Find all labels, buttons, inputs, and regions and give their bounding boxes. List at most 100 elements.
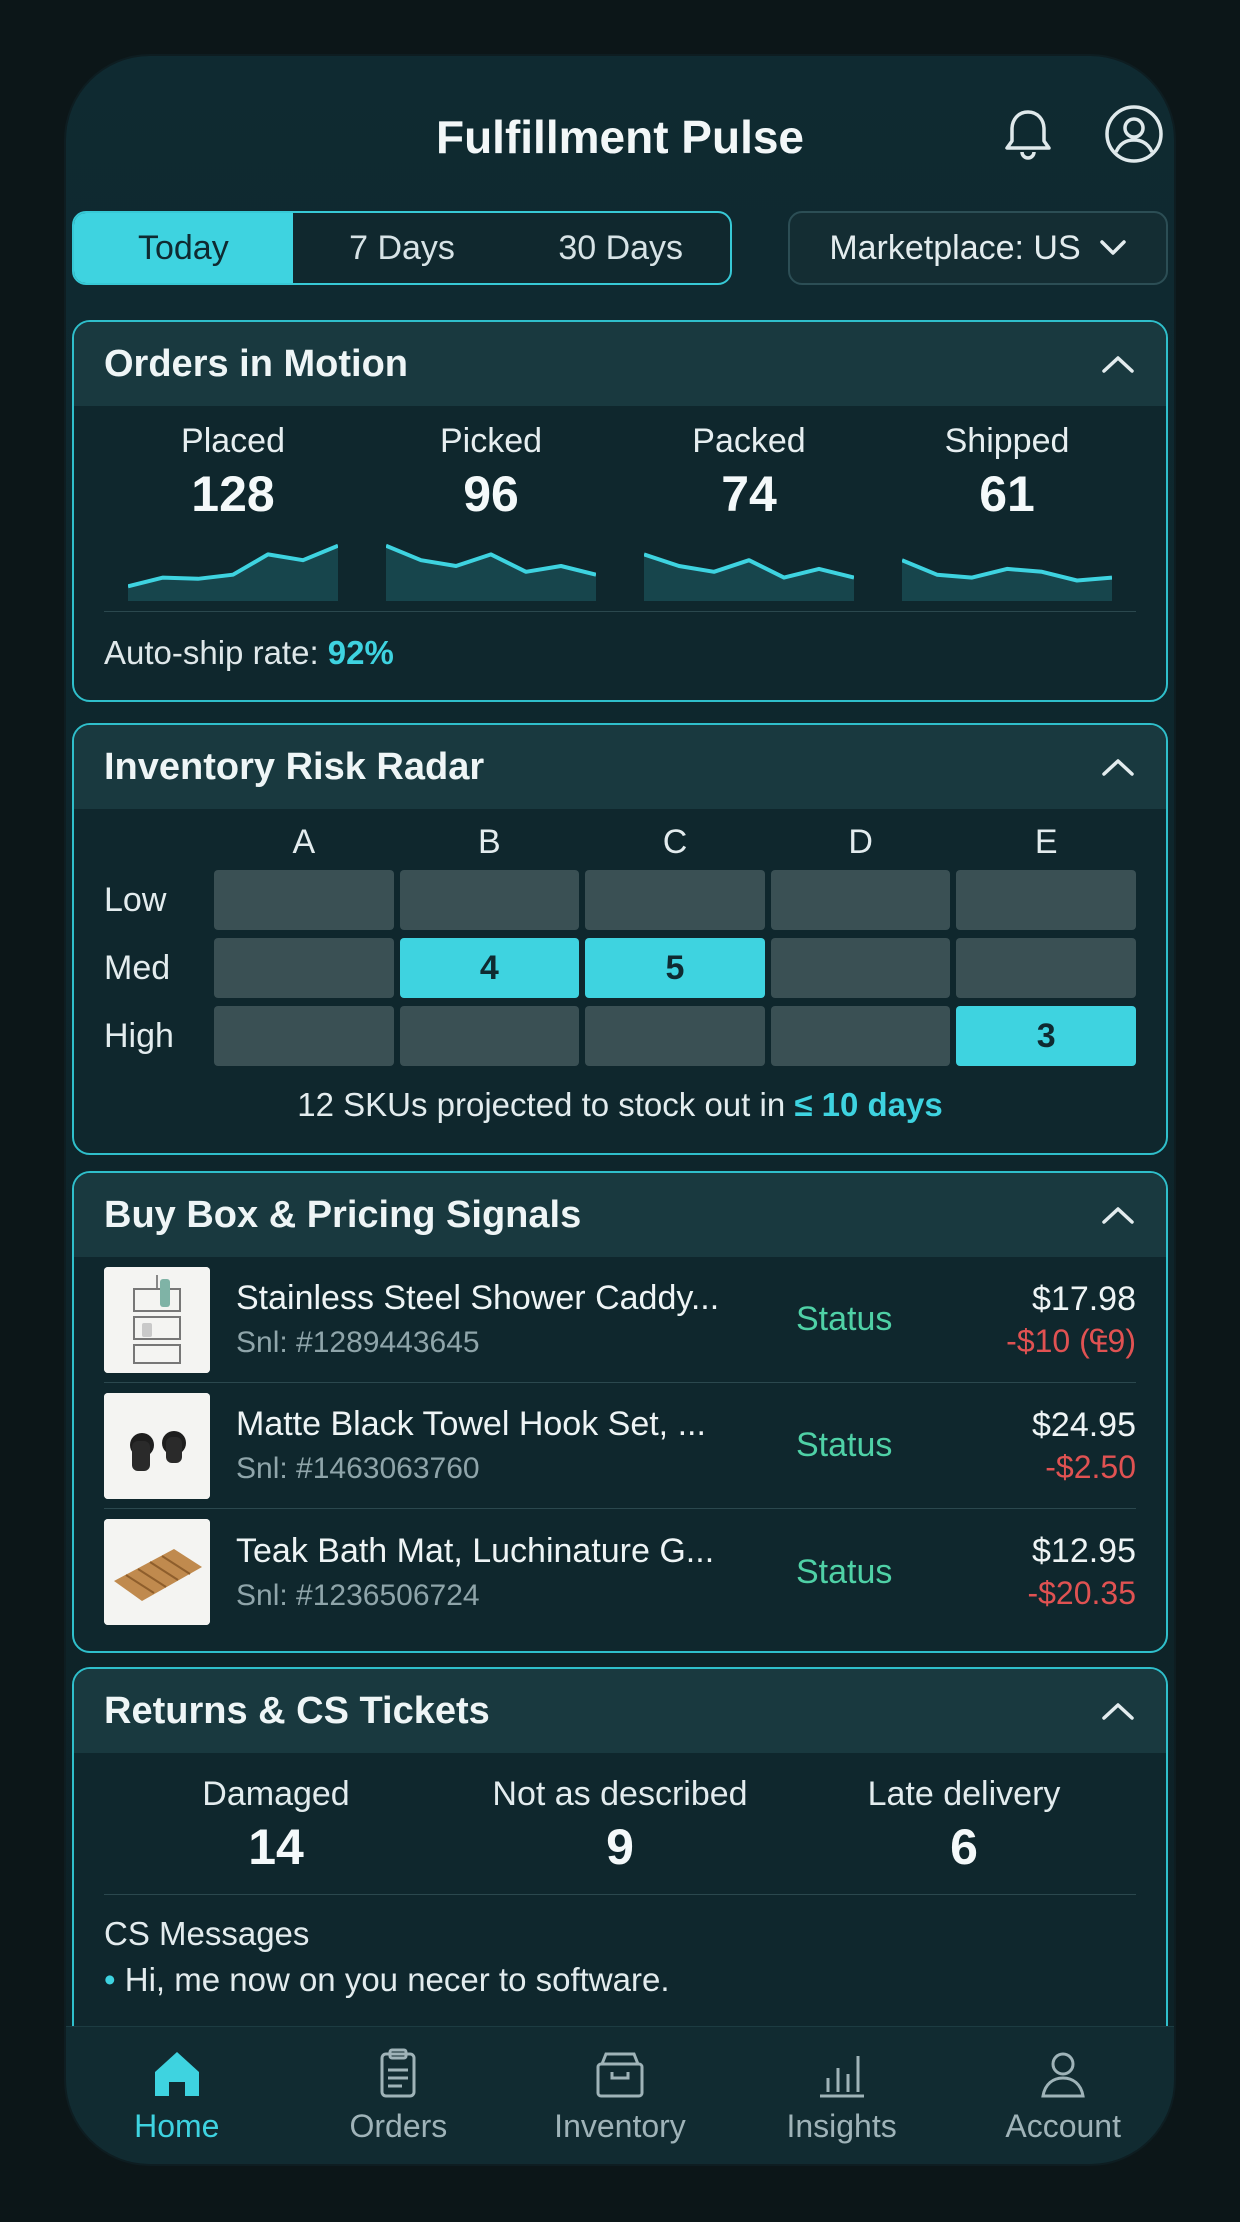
item-name: Matte Black Towel Hook Set, ... <box>236 1405 706 1443</box>
bell-icon[interactable] <box>996 102 1060 166</box>
marketplace-label: Marketplace: US <box>829 228 1081 267</box>
tab-label: Inventory <box>554 2108 686 2144</box>
item-price: $12.95 <box>1032 1532 1136 1570</box>
item-price: $24.95 <box>1032 1405 1136 1444</box>
item-pricing: $12.95 -$20.35 <box>966 1532 1136 1612</box>
orders-in-motion-card: Orders in Motion Placed 128 Picked 96 Pa… <box>72 320 1168 702</box>
sparkline-placed <box>128 543 338 601</box>
chevron-up-icon[interactable] <box>1100 353 1136 375</box>
tab-home[interactable]: Home <box>66 2027 288 2164</box>
item-status: Status <box>796 1426 893 1464</box>
returns-card-header[interactable]: Returns & CS Tickets <box>74 1669 1166 1753</box>
kpi-placed[interactable]: Placed 128 <box>104 422 362 601</box>
list-item[interactable]: Teak Bath Mat, Luchinature G... Snl: #12… <box>104 1509 1136 1635</box>
kpi-shipped[interactable]: Shipped 61 <box>878 422 1136 601</box>
row-header: Low <box>104 880 167 919</box>
kpi-picked[interactable]: Picked 96 <box>362 422 620 601</box>
tab-label: Insights <box>786 2108 897 2144</box>
bath-mat-thumbnail <box>104 1519 210 1625</box>
marketplace-dropdown[interactable]: Marketplace: US <box>788 211 1168 285</box>
cs-message-text: Hi, me now on you necer to software. <box>124 1961 670 1998</box>
tab-orders[interactable]: Orders <box>288 2027 510 2164</box>
chevron-up-icon[interactable] <box>1100 756 1136 778</box>
item-sku: Snl: #1463063760 <box>236 1452 480 1485</box>
stockout-highlight: ≤ 10 days <box>794 1086 943 1123</box>
heatmap-cell[interactable] <box>770 870 951 930</box>
kpi-value: 61 <box>979 466 1035 522</box>
tab-label: Account <box>1005 2108 1121 2144</box>
heatmap-row-high: High 3 <box>104 1006 1136 1066</box>
column-header: E <box>1034 823 1058 861</box>
inventory-card-header[interactable]: Inventory Risk Radar <box>74 725 1166 809</box>
orders-card-header[interactable]: Orders in Motion <box>74 322 1166 406</box>
chevron-up-icon[interactable] <box>1100 1700 1136 1722</box>
chevron-down-icon <box>1099 240 1126 255</box>
stockout-note: 12 SKUs projected to stock out in ≤ 10 d… <box>104 1086 1136 1124</box>
inventory-risk-card: Inventory Risk Radar A B C D E Low Med 4… <box>72 723 1168 1155</box>
tab-insights[interactable]: Insights <box>731 2027 953 2164</box>
bar-chart-icon <box>819 2056 864 2098</box>
kpi-value: 128 <box>191 466 275 522</box>
returns-value: 6 <box>950 1819 978 1875</box>
buybox-card-header[interactable]: Buy Box & Pricing Signals <box>74 1173 1166 1257</box>
orders-kpi-row: Placed 128 Picked 96 Packed 74 Shipped 6… <box>74 422 1166 601</box>
returns-value: 9 <box>606 1819 634 1875</box>
list-item[interactable]: Matte Black Towel Hook Set, ... Snl: #14… <box>104 1383 1136 1509</box>
app-header: Fulfillment Pulse <box>66 56 1174 216</box>
cs-messages-title: CS Messages <box>104 1915 310 1952</box>
row-header: Med <box>104 948 171 987</box>
chevron-up-icon[interactable] <box>1100 1204 1136 1226</box>
heatmap-cell[interactable]: 5 <box>585 938 765 998</box>
returns-card-title: Returns & CS Tickets <box>104 1689 490 1732</box>
range-today-button[interactable]: Today <box>74 213 293 283</box>
item-price: $17.98 <box>1032 1279 1136 1318</box>
range-7-days-button[interactable]: 7 Days <box>293 213 512 283</box>
heatmap-cell[interactable]: 4 <box>399 938 580 998</box>
profile-icon[interactable] <box>1102 102 1166 166</box>
heatmap-cell[interactable] <box>770 1006 951 1066</box>
returns-label: Not as described <box>492 1775 748 1813</box>
item-sku: Snl: #1289443645 <box>236 1326 480 1359</box>
heatmap-cell[interactable] <box>956 938 1136 998</box>
heatmap-cell[interactable] <box>585 1006 765 1066</box>
home-icon <box>154 2052 199 2096</box>
kpi-value: 74 <box>721 466 777 522</box>
bullet-icon: • <box>104 1961 116 1998</box>
buy-box-card: Buy Box & Pricing Signals Stainless Stee… <box>72 1171 1168 1653</box>
item-name: Teak Bath Mat, Luchinature G... <box>236 1531 715 1570</box>
returns-late-delivery[interactable]: Late delivery 6 <box>792 1775 1136 1876</box>
item-details: Matte Black Towel Hook Set, ... Snl: #14… <box>236 1405 776 1486</box>
kpi-label: Shipped <box>944 422 1070 460</box>
returns-not-as-described[interactable]: Not as described 9 <box>448 1775 792 1876</box>
heatmap-cell[interactable] <box>399 870 580 930</box>
returns-damaged[interactable]: Damaged 14 <box>104 1775 448 1876</box>
date-range-selector: Today 7 Days 30 Days <box>72 211 732 285</box>
cs-message-item[interactable]: • Hi, me now on you necer to software. <box>74 1953 1166 2007</box>
heatmap-cell[interactable] <box>585 870 765 930</box>
shower-caddy-thumbnail <box>104 1266 210 1373</box>
sparkline-picked <box>386 543 596 601</box>
range-30-days-button[interactable]: 30 Days <box>511 213 730 283</box>
tab-label: Orders <box>349 2108 448 2144</box>
returns-card: Returns & CS Tickets Damaged 14 Not as d… <box>72 1667 1168 2087</box>
heatmap-cell[interactable] <box>399 1006 580 1066</box>
heatmap-cell[interactable] <box>956 870 1136 930</box>
kpi-packed[interactable]: Packed 74 <box>620 422 878 601</box>
item-price-delta: -$10 (₠9) <box>1006 1322 1136 1359</box>
item-status: Status <box>796 1300 893 1338</box>
item-pricing: $17.98 -$10 (₠9) <box>966 1280 1136 1360</box>
heatmap-cell[interactable] <box>214 1006 394 1066</box>
heatmap-cell[interactable]: 3 <box>956 1006 1136 1066</box>
returns-label: Late delivery <box>867 1775 1061 1813</box>
tab-account[interactable]: Account <box>952 2027 1174 2164</box>
item-name: Stainless Steel Shower Caddy... <box>236 1279 720 1317</box>
heatmap-cell[interactable] <box>214 870 394 930</box>
list-item[interactable]: Stainless Steel Shower Caddy... Snl: #12… <box>104 1257 1136 1383</box>
heatmap-cell[interactable] <box>770 938 951 998</box>
row-header: High <box>104 1016 174 1055</box>
tab-inventory[interactable]: Inventory <box>509 2027 731 2164</box>
heatmap-column-headers: A B C D E <box>104 823 1136 862</box>
towel-hook-thumbnail <box>104 1392 210 1499</box>
heatmap-cell[interactable] <box>214 938 394 998</box>
product-list: Stainless Steel Shower Caddy... Snl: #12… <box>74 1257 1166 1635</box>
